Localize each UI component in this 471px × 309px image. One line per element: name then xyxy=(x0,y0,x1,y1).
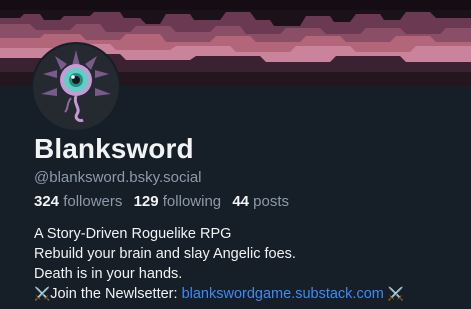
posts-label: posts xyxy=(253,193,290,210)
crossed-swords-icon: ⚔️ xyxy=(387,286,405,301)
newsletter-text: Join the Newlsetter: xyxy=(50,286,182,302)
profile-stats: 324 followers 129 following 44 posts xyxy=(34,193,296,210)
profile-handle: @blanksword.bsky.social xyxy=(34,169,202,186)
eyeball-monster-avatar-icon xyxy=(33,44,119,130)
bio-line-4: ⚔️Join the Newlsetter: blankswordgame.su… xyxy=(34,284,404,304)
posts-stat: 44 posts xyxy=(232,193,289,210)
followers-count: 324 xyxy=(34,193,60,210)
bio-line-3: Death is in your hands. xyxy=(34,266,183,282)
posts-count: 44 xyxy=(232,193,249,210)
followers-link[interactable]: 324 followers xyxy=(34,193,122,210)
followers-label: followers xyxy=(63,193,123,210)
newsletter-link[interactable]: blankswordgame.substack.com xyxy=(182,286,384,302)
bio-line-2: Rebuild your brain and slay Angelic foes… xyxy=(34,246,296,262)
following-count: 129 xyxy=(133,193,159,210)
profile-bio: A Story-Driven Roguelike RPG Rebuild you… xyxy=(34,224,404,304)
bio-line-1: A Story-Driven Roguelike RPG xyxy=(34,226,232,242)
avatar[interactable] xyxy=(31,42,121,132)
display-name: Blanksword xyxy=(34,133,194,164)
crossed-swords-icon: ⚔️ xyxy=(34,286,51,301)
following-link[interactable]: 129 following xyxy=(134,193,222,210)
following-label: following xyxy=(162,193,222,210)
